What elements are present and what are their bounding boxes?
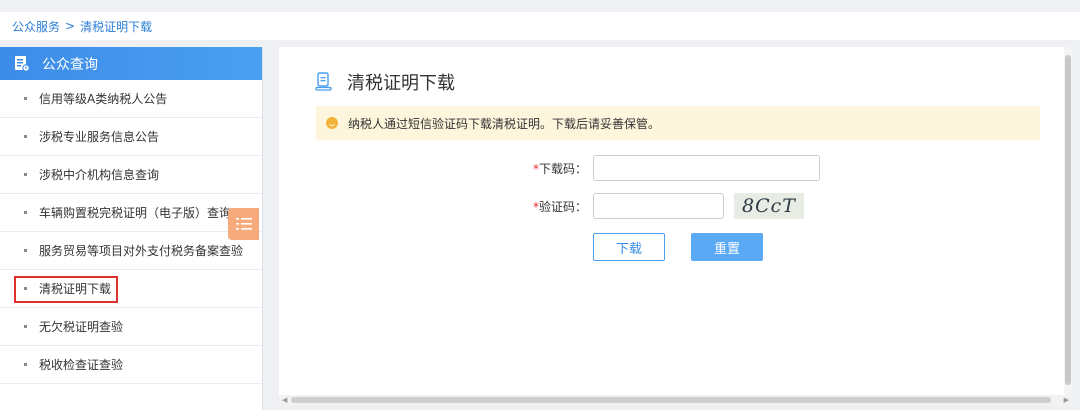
bullet-icon <box>24 97 27 100</box>
sidebar-item-label: 涉税中介机构信息查询 <box>39 168 160 182</box>
breadcrumb-separator: > <box>65 19 76 33</box>
bullet-icon <box>24 173 27 176</box>
horizontal-scrollbar-thumb[interactable] <box>291 397 1051 403</box>
bullet-icon <box>24 211 27 214</box>
download-code-label: *下载码： <box>527 160 587 177</box>
sidebar-item-tax-inspection-cert[interactable]: 税收检查证查验 <box>0 346 262 384</box>
reset-button[interactable]: 重置 <box>691 233 763 261</box>
page-title: 清税证明下载 <box>315 69 455 95</box>
sidebar-item-tax-clearance-download[interactable]: 清税证明下载 <box>0 270 262 308</box>
horizontal-scrollbar[interactable]: ◀ ▶ <box>279 395 1072 405</box>
download-button[interactable]: 下载 <box>593 233 665 261</box>
bullet-icon <box>24 135 27 138</box>
scroll-left-icon[interactable]: ◀ <box>282 396 287 404</box>
smile-icon <box>326 117 338 129</box>
sidebar-header-title: 公众查询 <box>42 56 98 73</box>
breadcrumb-home-link[interactable]: 公众服务 <box>12 18 60 35</box>
sidebar-item-tax-services-notice[interactable]: 涉税专业服务信息公告 <box>0 118 262 156</box>
sidebar-item-agency-query[interactable]: 涉税中介机构信息查询 <box>0 156 262 194</box>
breadcrumb-current-link[interactable]: 清税证明下载 <box>80 18 152 35</box>
sidebar-item-label: 服务贸易等项目对外支付税务备案查验 <box>39 244 244 258</box>
sidebar: 公众查询 信用等级A类纳税人公告 涉税专业服务信息公告 涉税中介机构信息查询 车… <box>0 47 263 410</box>
notice-banner: 纳税人通过短信验证码下载清税证明。下载后请妥善保管。 <box>316 106 1040 140</box>
list-menu-icon <box>235 218 252 230</box>
receipt-icon <box>315 72 333 92</box>
sidebar-item-label: 车辆购置税完税证明（电子版）查询 <box>39 206 232 220</box>
captcha-row: *验证码： 8CcT <box>527 193 804 219</box>
menu-toggle-button[interactable] <box>228 208 259 240</box>
sidebar-list: 信用等级A类纳税人公告 涉税专业服务信息公告 涉税中介机构信息查询 车辆购置税完… <box>0 80 262 384</box>
sidebar-item-service-trade-filing[interactable]: 服务贸易等项目对外支付税务备案查验 <box>0 232 262 270</box>
download-code-label-text: 下载码： <box>538 161 587 176</box>
top-strip <box>0 0 1080 12</box>
sidebar-item-vehicle-tax-cert[interactable]: 车辆购置税完税证明（电子版）查询 <box>0 194 262 232</box>
captcha-input[interactable] <box>593 193 724 219</box>
captcha-image[interactable]: 8CcT <box>734 193 804 219</box>
sidebar-header: 公众查询 <box>0 47 262 80</box>
sidebar-item-label: 无欠税证明查验 <box>39 320 124 334</box>
download-code-row: *下载码： <box>527 155 820 181</box>
bullet-icon <box>24 287 27 290</box>
scroll-right-icon[interactable]: ▶ <box>1064 396 1069 404</box>
document-icon <box>14 55 30 72</box>
sidebar-item-credit-rating[interactable]: 信用等级A类纳税人公告 <box>0 80 262 118</box>
sidebar-item-label: 清税证明下载 <box>39 282 112 296</box>
sidebar-item-label: 信用等级A类纳税人公告 <box>39 92 168 106</box>
bullet-icon <box>24 325 27 328</box>
vertical-scrollbar[interactable] <box>1064 47 1072 403</box>
main-panel: 清税证明下载 纳税人通过短信验证码下载清税证明。下载后请妥善保管。 *下载码： … <box>279 47 1072 403</box>
breadcrumb: 公众服务 > 清税证明下载 <box>0 12 1080 40</box>
sidebar-item-label: 涉税专业服务信息公告 <box>39 130 160 144</box>
captcha-label-text: 验证码： <box>538 199 587 214</box>
sidebar-item-no-arrears-cert[interactable]: 无欠税证明查验 <box>0 308 262 346</box>
captcha-label: *验证码： <box>527 198 587 215</box>
sidebar-item-label: 税收检查证查验 <box>39 358 124 372</box>
vertical-scrollbar-thumb[interactable] <box>1065 55 1071 385</box>
bullet-icon <box>24 363 27 366</box>
notice-text: 纳税人通过短信验证码下载清税证明。下载后请妥善保管。 <box>348 116 661 131</box>
page-title-text: 清税证明下载 <box>347 73 455 94</box>
bullet-icon <box>24 249 27 252</box>
download-code-input[interactable] <box>593 155 820 181</box>
